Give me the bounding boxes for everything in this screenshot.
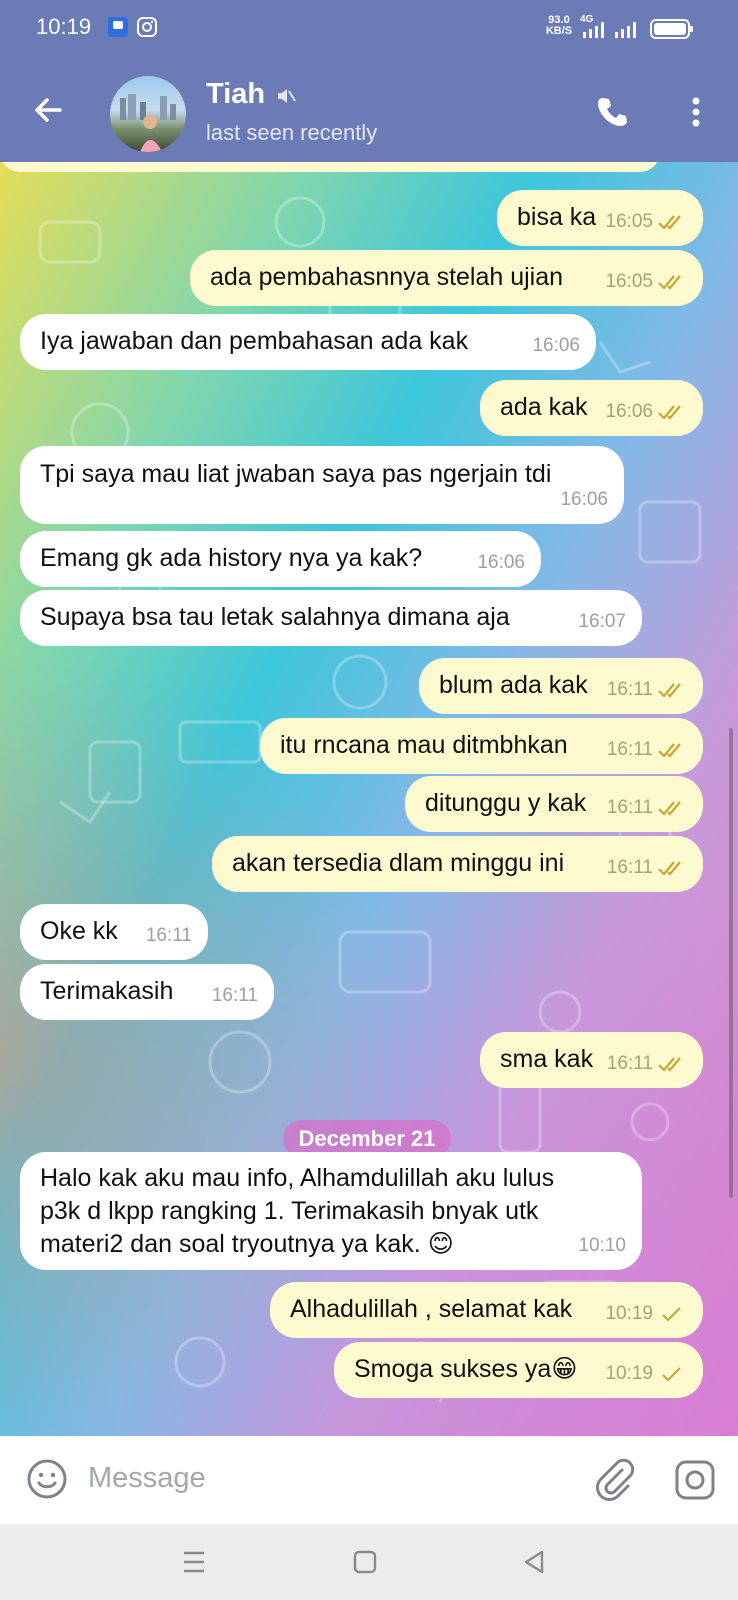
double-check-icon bbox=[658, 742, 681, 758]
message-time: 16:06 bbox=[560, 489, 608, 510]
message-incoming[interactable]: Emang gk ada history nya ya kak? 16:06 bbox=[20, 531, 541, 587]
message-text: Terimakasih bbox=[40, 977, 174, 1005]
message-time: 16:05 bbox=[605, 271, 653, 292]
message-outgoing[interactable]: sma kak 16:11 bbox=[480, 1032, 703, 1088]
message-text: akan tersedia dlam minggu ini bbox=[232, 849, 565, 877]
message-outgoing[interactable]: itu rncana mau ditmbhkan 16:11 bbox=[260, 718, 703, 774]
message-time: 16:11 bbox=[606, 1053, 653, 1074]
camera-icon[interactable] bbox=[673, 1458, 717, 1502]
double-check-icon bbox=[658, 274, 681, 290]
message-outgoing[interactable]: blum ada kak 16:11 bbox=[419, 658, 703, 714]
scrollbar-thumb[interactable] bbox=[729, 728, 733, 1198]
message-text: ditunggu y kak bbox=[425, 789, 587, 817]
phone-icon[interactable] bbox=[594, 94, 630, 130]
message-outgoing[interactable]: bisa ka 16:05 bbox=[497, 190, 703, 246]
signal-icon bbox=[583, 22, 604, 38]
back-arrow-icon[interactable] bbox=[30, 92, 66, 128]
menu-icon[interactable] bbox=[178, 1546, 210, 1578]
message-outgoing[interactable]: Alhadulillah , selamat kak 10:19 bbox=[270, 1282, 703, 1338]
message-incoming[interactable]: Terimakasih 16:11 bbox=[20, 964, 274, 1020]
message-time: 16:11 bbox=[145, 925, 192, 946]
message-time: 16:07 bbox=[578, 611, 626, 632]
message-text: ada pembahasnnya stelah ujian bbox=[210, 263, 564, 291]
message-time: 10:19 bbox=[605, 1303, 653, 1324]
message-time: 16:11 bbox=[606, 797, 653, 818]
contact-name[interactable]: Tiah bbox=[206, 78, 265, 111]
double-check-icon bbox=[658, 214, 681, 230]
message-text: itu rncana mau ditmbhkan bbox=[280, 731, 568, 759]
message-text: Alhadulillah , selamat kak bbox=[290, 1295, 573, 1323]
message-text: Halo kak aku mau info, Alhamdulillah aku… bbox=[40, 1164, 555, 1258]
message-text: Tpi saya mau liat jwaban saya pas ngerja… bbox=[40, 460, 552, 488]
more-vert-icon[interactable] bbox=[680, 94, 712, 130]
mute-icon bbox=[278, 89, 296, 103]
double-check-icon bbox=[658, 860, 681, 876]
message-text: Oke kk bbox=[40, 917, 118, 945]
message-incoming[interactable]: Oke kk 16:11 bbox=[20, 904, 208, 960]
last-seen-status: last seen recently bbox=[206, 120, 378, 145]
message-incoming[interactable]: Supaya bsa tau letak salahnya dimana aja… bbox=[20, 590, 642, 646]
message-text: sma kak bbox=[500, 1045, 594, 1073]
message-time: 16:11 bbox=[606, 679, 653, 700]
attach-icon[interactable] bbox=[592, 1458, 636, 1502]
contact-avatar[interactable] bbox=[110, 76, 186, 152]
message-input[interactable]: Message bbox=[88, 1462, 206, 1495]
message-outgoing[interactable]: ditunggu y kak 16:11 bbox=[405, 776, 703, 832]
app-notification-icon bbox=[108, 17, 128, 37]
message-composer: Message bbox=[0, 1436, 738, 1524]
single-check-icon bbox=[662, 1366, 681, 1382]
message-text: Emang gk ada history nya ya kak? bbox=[40, 544, 423, 572]
message-time: 16:06 bbox=[532, 335, 580, 356]
chat-background[interactable]: bisa ka 16:05 ada pembahasnnya stelah uj… bbox=[0, 162, 738, 1436]
message-time: 10:19 bbox=[605, 1363, 653, 1384]
message-time: 10:10 bbox=[578, 1235, 626, 1256]
message-outgoing[interactable]: ada pembahasnnya stelah ujian 16:05 bbox=[190, 250, 703, 306]
signal-2-icon bbox=[615, 22, 636, 38]
message-incoming[interactable]: Iya jawaban dan pembahasan ada kak 16:06 bbox=[20, 314, 596, 370]
double-check-icon bbox=[658, 404, 681, 420]
message-text: blum ada kak bbox=[439, 671, 588, 699]
back-icon[interactable] bbox=[518, 1546, 550, 1578]
double-check-icon bbox=[658, 800, 681, 816]
double-check-icon bbox=[658, 1056, 681, 1072]
message-time: 16:06 bbox=[605, 401, 653, 422]
single-check-icon bbox=[662, 1306, 681, 1322]
double-check-icon bbox=[658, 682, 681, 698]
message-text: bisa ka bbox=[517, 203, 597, 231]
chat-header: Tiah last seen recently bbox=[0, 56, 738, 162]
instagram-icon bbox=[137, 17, 157, 37]
system-nav-bar bbox=[0, 1524, 738, 1600]
message-text: Supaya bsa tau letak salahnya dimana aja bbox=[40, 603, 510, 631]
message-outgoing[interactable]: Smoga sukses ya😁 10:19 bbox=[334, 1342, 703, 1398]
message-text: Iya jawaban dan pembahasan ada kak bbox=[40, 327, 469, 355]
status-bar: 10:19 93.0 KB/S 4G bbox=[0, 0, 738, 56]
message-incoming[interactable]: Halo kak aku mau info, Alhamdulillah aku… bbox=[20, 1152, 642, 1270]
message-text: ada kak bbox=[500, 393, 588, 421]
message-outgoing[interactable]: ada kak 16:06 bbox=[480, 380, 703, 436]
message-time: 16:11 bbox=[606, 857, 653, 878]
message-time: 16:11 bbox=[606, 739, 653, 760]
message-outgoing[interactable]: akan tersedia dlam minggu ini 16:11 bbox=[212, 836, 703, 892]
battery-icon bbox=[650, 19, 693, 39]
message-time: 16:05 bbox=[605, 211, 653, 232]
net-speed: 93.0 KB/S bbox=[545, 14, 573, 37]
home-icon[interactable] bbox=[349, 1546, 381, 1578]
message-incoming[interactable]: Tpi saya mau liat jwaban saya pas ngerja… bbox=[20, 446, 624, 524]
message-time: 16:11 bbox=[211, 985, 258, 1006]
message-time: 16:06 bbox=[477, 552, 525, 573]
message-text: Smoga sukses ya😁 bbox=[354, 1355, 578, 1383]
emoji-icon[interactable] bbox=[26, 1458, 68, 1500]
message-bubble-partial bbox=[0, 162, 660, 172]
status-time: 10:19 bbox=[36, 14, 92, 39]
